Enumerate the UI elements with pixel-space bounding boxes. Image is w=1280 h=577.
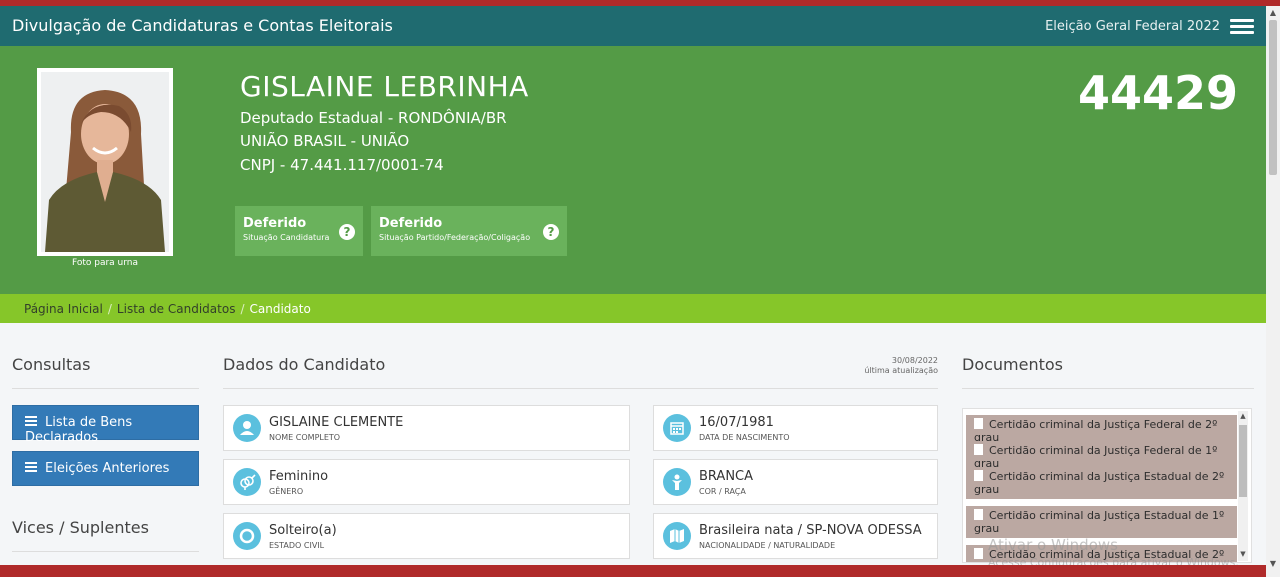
election-name: Eleição Geral Federal 2022: [1045, 19, 1220, 34]
top-navbar: Divulgação de Candidaturas e Contas Elei…: [0, 6, 1266, 46]
field-value: 16/07/1981: [699, 415, 774, 430]
gender-icon: [233, 468, 261, 496]
user-icon: [233, 414, 261, 442]
page-scrollbar[interactable]: ▲ ▼: [1266, 6, 1280, 577]
scroll-up-icon[interactable]: ▲: [1238, 412, 1248, 420]
file-icon: [974, 418, 983, 429]
breadcrumb-list[interactable]: Lista de Candidatos: [117, 302, 236, 316]
field-value: BRANCA: [699, 469, 754, 484]
file-icon: [974, 444, 983, 455]
candidate-photo-image: [41, 72, 169, 252]
list-icon: [25, 416, 37, 426]
field-cor-raca: BRANCA COR / RAÇA: [653, 459, 938, 505]
documents-scrollbar[interactable]: ▲ ▼: [1238, 411, 1248, 561]
field-label: NOME COMPLETO: [269, 433, 341, 442]
status-candidatura: Deferido Situação Candidatura ?: [235, 206, 363, 256]
person-icon: [663, 468, 691, 496]
status-label: Situação Partido/Federação/Coligação: [379, 233, 531, 242]
field-label: NACIONALIDADE / NATURALIDADE: [699, 541, 836, 550]
menu-icon[interactable]: [1230, 19, 1254, 35]
button-label: Lista de Bens Declarados: [25, 415, 133, 445]
candidate-photo-frame: [37, 68, 173, 256]
breadcrumb-separator: /: [107, 302, 112, 316]
help-icon[interactable]: ?: [339, 224, 355, 240]
status-value: Deferido: [243, 216, 307, 231]
scroll-down-icon[interactable]: ▼: [1238, 550, 1248, 558]
ring-icon: [233, 522, 261, 550]
breadcrumb: Página Inicial / Lista de Candidatos / Candi…: [0, 294, 1266, 323]
field-estado-civil: Solteiro(a) ESTADO CIVIL: [223, 513, 630, 559]
eleicoes-anteriores-button[interactable]: Eleições Anteriores: [12, 451, 199, 486]
updated-label: última atualização: [864, 366, 938, 375]
candidate-name: GISLAINE LEBRINHA: [240, 70, 529, 103]
divider: [12, 551, 199, 552]
map-icon: [663, 522, 691, 550]
divider: [223, 388, 938, 389]
status-value: Deferido: [379, 216, 443, 231]
breadcrumb-separator: /: [240, 302, 245, 316]
field-value: GISLAINE CLEMENTE: [269, 415, 404, 430]
field-label: DATA DE NASCIMENTO: [699, 433, 790, 442]
windows-activation-title: Ativar o Windows: [988, 536, 1118, 554]
main-title: Dados do Candidato: [223, 355, 386, 374]
list-icon: [25, 462, 37, 472]
document-item[interactable]: Certidão criminal da Justiça Estadual de…: [966, 506, 1237, 538]
status-label: Situação Candidatura: [243, 233, 330, 242]
photo-caption: Foto para urna: [71, 258, 139, 268]
candidate-office: Deputado Estadual - RONDÔNIA/BR: [240, 109, 507, 127]
scroll-up-icon[interactable]: ▲: [1266, 8, 1280, 17]
field-data-nascimento: 16/07/1981 DATA DE NASCIMENTO: [653, 405, 938, 451]
file-icon: [974, 470, 983, 481]
candidate-party: UNIÃO BRASIL - UNIÃO: [240, 132, 410, 150]
scroll-down-icon[interactable]: ▼: [1266, 559, 1280, 568]
breadcrumb-current: Candidato: [249, 302, 311, 316]
help-icon[interactable]: ?: [543, 224, 559, 240]
status-partido: Deferido Situação Partido/Federação/Coli…: [371, 206, 567, 256]
documents-title: Documentos: [962, 355, 1064, 374]
field-nacionalidade: Brasileira nata / SP-NOVA ODESSA NACIONA…: [653, 513, 938, 559]
document-item[interactable]: Certidão criminal da Justiça Estadual de…: [966, 467, 1237, 499]
file-icon: [974, 548, 983, 559]
bens-declarados-button[interactable]: Lista de Bens Declarados: [12, 405, 199, 445]
app-title[interactable]: Divulgação de Candidaturas e Contas Elei…: [12, 16, 393, 35]
divider: [12, 388, 199, 389]
calendar-icon: [663, 414, 691, 442]
field-label: COR / RAÇA: [699, 487, 746, 496]
candidate-photo: [41, 72, 169, 252]
breadcrumb-home[interactable]: Página Inicial: [24, 302, 103, 316]
vices-title: Vices / Suplentes: [12, 518, 149, 537]
scroll-thumb[interactable]: [1239, 425, 1247, 497]
field-value: Brasileira nata / SP-NOVA ODESSA: [699, 523, 922, 538]
field-label: ESTADO CIVIL: [269, 541, 325, 550]
divider: [962, 388, 1254, 389]
candidate-header: Foto para urna GISLAINE LEBRINHA Deputad…: [0, 46, 1266, 294]
button-label: Eleições Anteriores: [45, 461, 170, 476]
candidate-cnpj: CNPJ - 47.441.117/0001-74: [240, 156, 444, 174]
field-label: GÊNERO: [269, 487, 304, 496]
scroll-thumb[interactable]: [1269, 20, 1277, 175]
last-updated: 30/08/2022 última atualização: [840, 356, 938, 376]
file-icon: [974, 509, 983, 520]
bottom-bar: [0, 565, 1266, 577]
updated-date: 30/08/2022: [891, 356, 938, 365]
field-genero: Feminino GÊNERO: [223, 459, 630, 505]
field-nome-completo: GISLAINE CLEMENTE NOME COMPLETO: [223, 405, 630, 451]
sidebar-title: Consultas: [12, 355, 91, 374]
field-value: Feminino: [269, 469, 329, 484]
field-value: Solteiro(a): [269, 523, 337, 538]
candidate-number: 44429: [1077, 66, 1238, 120]
